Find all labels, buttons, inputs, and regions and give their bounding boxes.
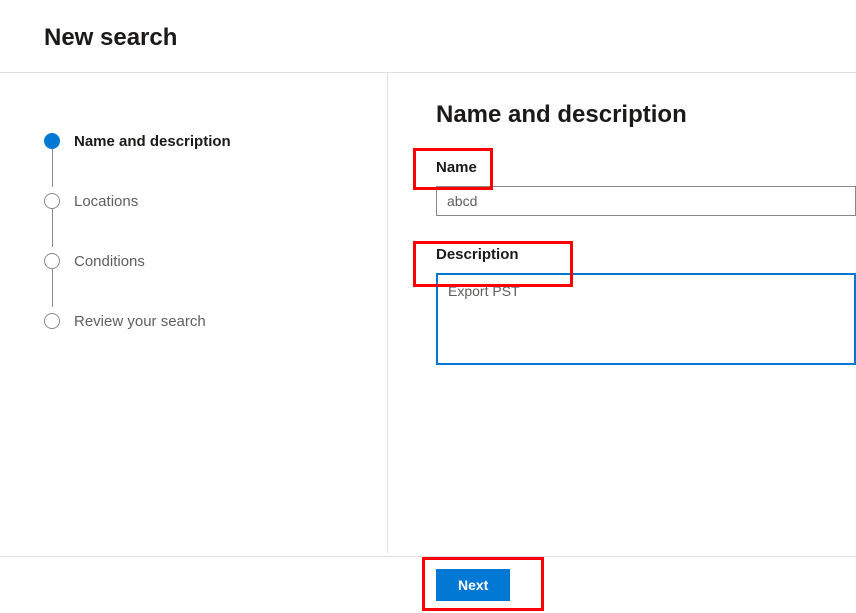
description-field-group: Description Export PST bbox=[436, 246, 856, 370]
step-list: Name and description Locations Condition… bbox=[44, 111, 387, 351]
step-label: Conditions bbox=[74, 253, 145, 270]
step-indicator-icon bbox=[44, 253, 60, 269]
step-review-your-search[interactable]: Review your search bbox=[44, 291, 387, 351]
name-input[interactable] bbox=[436, 186, 856, 216]
step-connector bbox=[52, 209, 53, 247]
step-label: Review your search bbox=[74, 313, 206, 330]
footer: Next bbox=[0, 556, 856, 613]
description-label: Description bbox=[436, 246, 856, 263]
name-label: Name bbox=[436, 159, 856, 176]
step-locations[interactable]: Locations bbox=[44, 171, 387, 231]
step-conditions[interactable]: Conditions bbox=[44, 231, 387, 291]
next-button[interactable]: Next bbox=[436, 569, 510, 601]
content-area: Name and description Locations Condition… bbox=[0, 73, 856, 553]
step-indicator-icon bbox=[44, 193, 60, 209]
page-title: New search bbox=[0, 0, 856, 72]
step-label: Locations bbox=[74, 193, 138, 210]
step-connector bbox=[52, 149, 53, 187]
step-connector bbox=[52, 269, 53, 307]
step-indicator-icon bbox=[44, 133, 60, 149]
description-input[interactable]: Export PST bbox=[436, 273, 856, 365]
name-field-group: Name bbox=[436, 159, 856, 216]
step-label: Name and description bbox=[74, 133, 231, 150]
step-name-and-description[interactable]: Name and description bbox=[44, 111, 387, 171]
main-panel: Name and description Name Description Ex… bbox=[388, 73, 856, 553]
wizard-sidebar: Name and description Locations Condition… bbox=[0, 73, 388, 553]
step-indicator-icon bbox=[44, 313, 60, 329]
main-heading: Name and description bbox=[436, 101, 856, 129]
